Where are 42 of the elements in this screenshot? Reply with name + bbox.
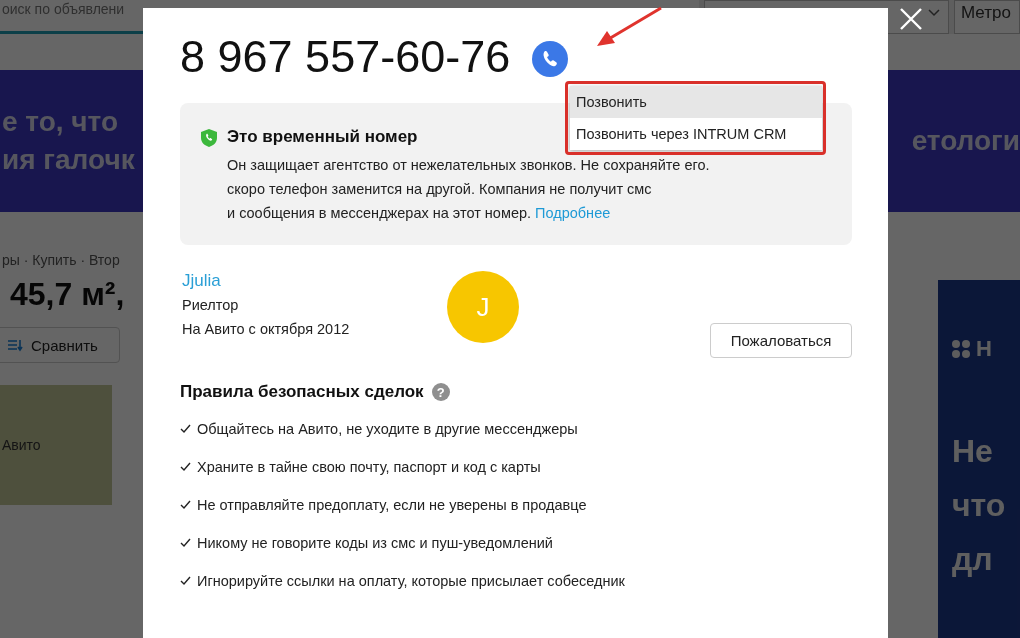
list-icon: [7, 338, 23, 352]
phone-button[interactable]: [532, 41, 569, 77]
rule-text: Не отправляйте предоплату, если не уверены в продавце: [197, 497, 587, 513]
check-icon: [180, 500, 191, 510]
menu-item[interactable]: Позвонить через INTRUM CRM: [570, 118, 822, 150]
ad-headline: что: [952, 486, 1007, 525]
check-icon: [180, 576, 191, 586]
report-button[interactable]: Пожаловаться: [710, 323, 852, 358]
close-icon[interactable]: [899, 7, 923, 31]
ad-headline: Не: [952, 432, 994, 471]
caret-icon: [928, 9, 940, 17]
logo-text: Н: [976, 336, 992, 362]
logo-icon: [952, 340, 970, 358]
menu-item[interactable]: Позвонить: [570, 86, 822, 118]
banner-text: етологи: [911, 124, 1020, 158]
promo-block: Авито: [0, 385, 112, 505]
check-icon: [180, 424, 191, 434]
notice-title: Это временный номер: [227, 127, 418, 147]
seller-role: Риелтор: [182, 296, 240, 315]
banner-text: ия галочк: [2, 143, 135, 177]
check-icon: [180, 538, 191, 548]
more-link[interactable]: Подробнее: [535, 205, 611, 221]
check-icon: [180, 462, 191, 472]
annotation-arrow: [595, 6, 663, 48]
member-since: На Авито с октября 2012: [182, 320, 351, 339]
shield-icon: [201, 129, 217, 147]
metro-field[interactable]: Метро: [954, 0, 1020, 34]
avatar: J: [447, 271, 519, 343]
compare-button[interactable]: Сравнить: [0, 327, 120, 363]
rule-text: Общайтесь на Авито, не уходите в другие мессенджеры: [197, 421, 578, 437]
notice-text: Он защищает агентство от нежелательных звонков. Не сохраняйте его. скоро телефон заменится на другой. Компания не получит смс и сообщения в мессенджерах на этот номер. Подробнее: [227, 156, 710, 223]
seller-name[interactable]: Jjulia: [182, 269, 447, 293]
listing-title: 45,7 м²,: [10, 276, 125, 313]
rule-text: Храните в тайне свою почту, паспорт и код с карты: [197, 459, 541, 475]
rule-text: Игнорируйте ссылки на оплату, которые присылает собеседник: [197, 573, 625, 589]
rule-text: Никому не говорите коды из смс и пуш-уведомлений: [197, 535, 553, 551]
phone-number: 8 967 557-60-76: [180, 32, 511, 82]
banner-text: е то, что: [2, 105, 120, 139]
help-icon[interactable]: ?: [431, 383, 450, 401]
breadcrumbs: ры · Купить · Втор: [2, 252, 120, 268]
ad-headline: дл: [952, 540, 994, 579]
rules-title: Правила безопасных сделок: [180, 382, 424, 402]
